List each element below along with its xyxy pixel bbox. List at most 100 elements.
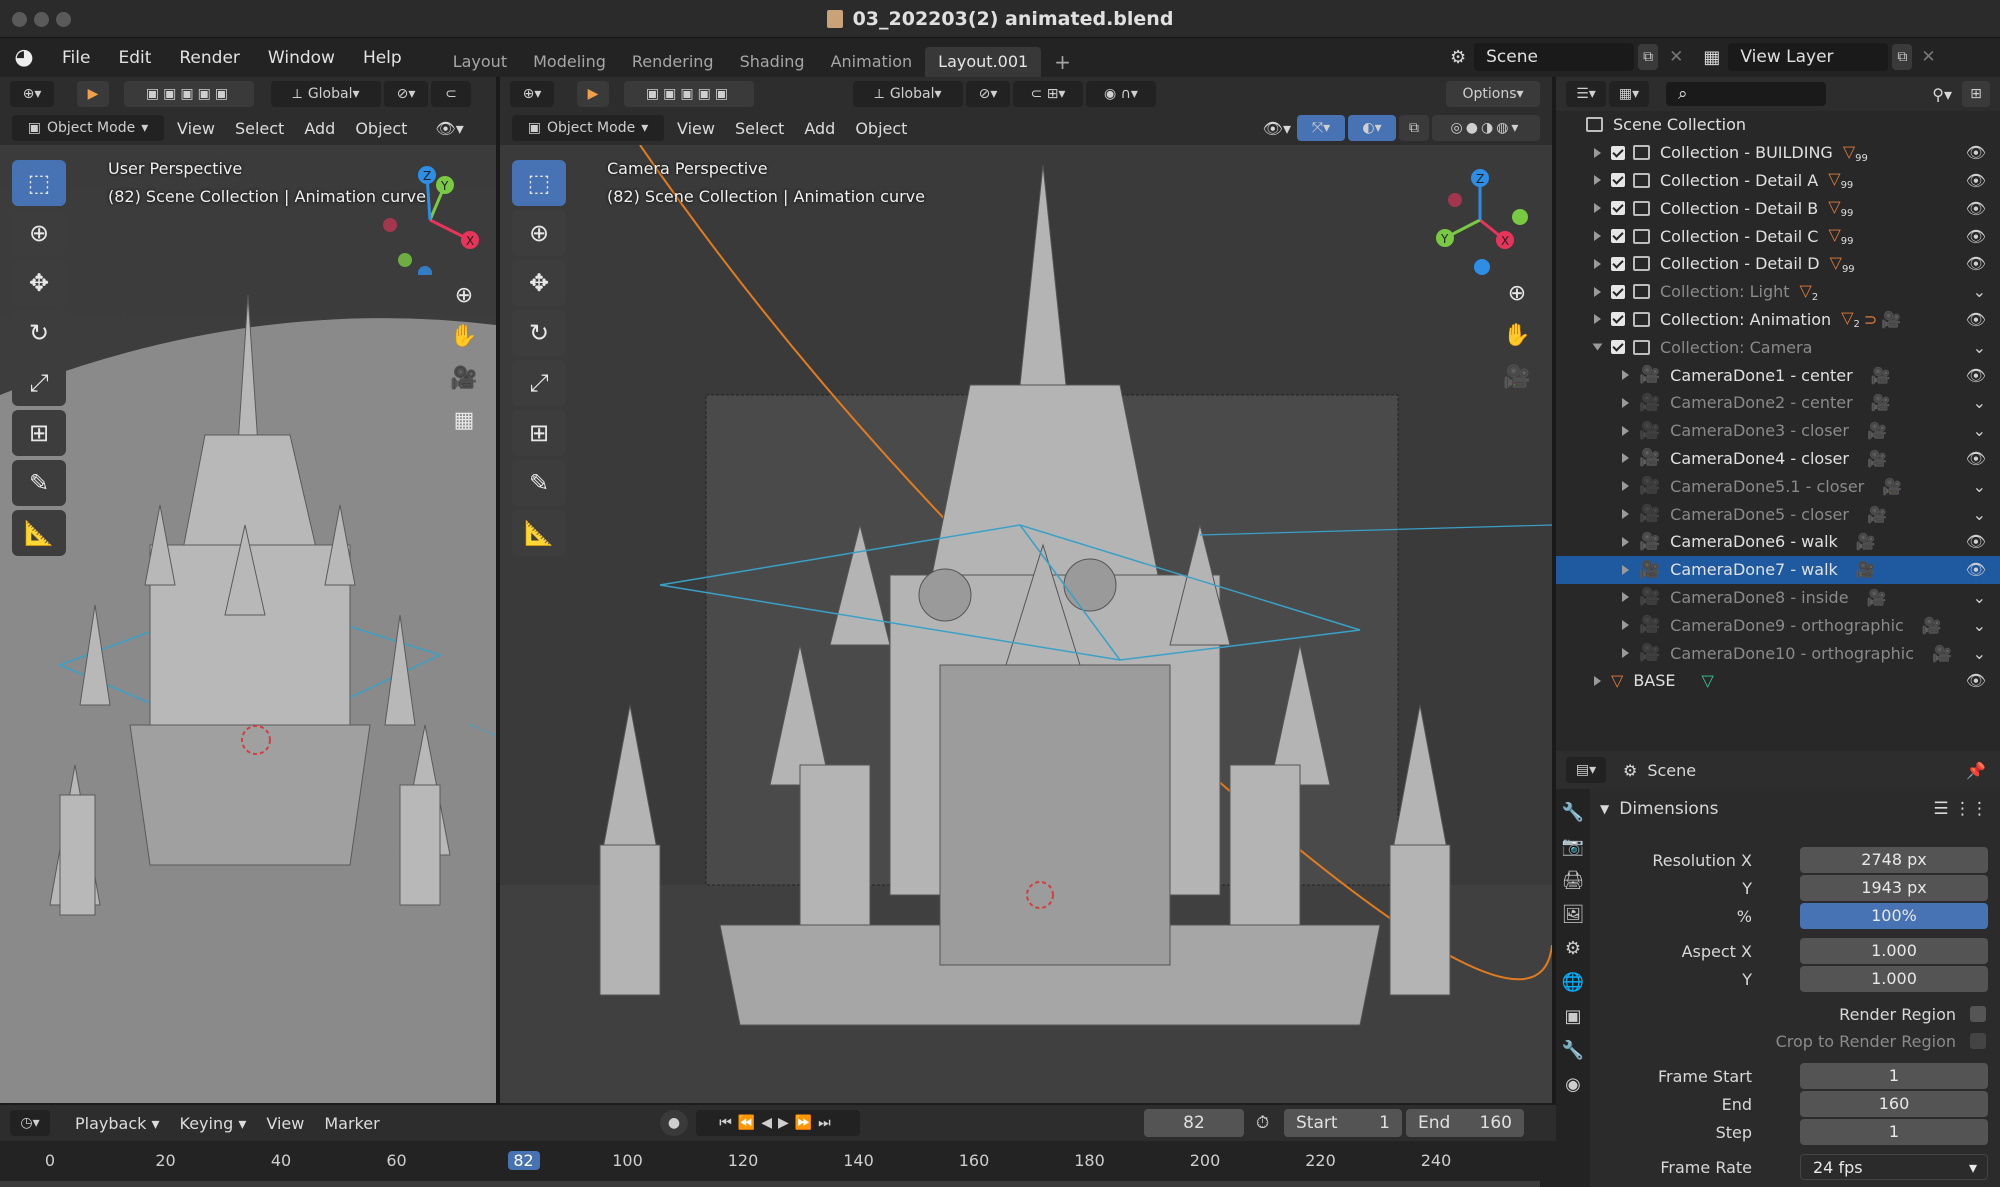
tab-modeling[interactable]: Modeling bbox=[520, 47, 619, 77]
outliner-collection-row[interactable]: Collection - Detail B ▽99 👁 bbox=[1556, 194, 2000, 222]
expand-icon[interactable] bbox=[1622, 536, 1629, 547]
outliner-collection-row[interactable]: Collection - Detail A ▽99 👁 bbox=[1556, 167, 2000, 195]
main-transform-tool-icon[interactable]: ⊞ bbox=[512, 410, 566, 456]
visibility-eye-icon[interactable]: 👁 bbox=[1966, 449, 1986, 468]
main-options-dropdown[interactable]: Options ▾ bbox=[1446, 81, 1540, 107]
main-menu-select[interactable]: Select bbox=[725, 119, 794, 138]
exclude-checkbox[interactable] bbox=[1611, 284, 1625, 299]
left-rotate-tool-icon[interactable]: ↻ bbox=[12, 310, 66, 356]
playback-controls-icons[interactable]: ⏮⏪◀▶⏩⏭ bbox=[696, 1110, 860, 1136]
expand-icon[interactable] bbox=[1622, 425, 1629, 436]
outliner-camera-row[interactable]: 🎥 CameraDone10 - orthographic 🎥 ⌄ bbox=[1556, 639, 2000, 667]
visibility-eye-icon[interactable]: ⌄ bbox=[1973, 616, 1986, 635]
timeline-ruler[interactable]: 0 20 40 60 82 100 120 140 160 180 200 220 240 bbox=[0, 1141, 1556, 1187]
scene-selector-icon[interactable]: ⚙ bbox=[1450, 47, 1466, 68]
pivot-point-icon[interactable]: ⊘▾ bbox=[384, 81, 428, 107]
outliner-base-row[interactable]: ▽ BASE ▽ 👁 bbox=[1556, 667, 2000, 695]
main-editor-type-icon[interactable]: ⊕▾ bbox=[510, 81, 554, 107]
main-menu-add[interactable]: Add bbox=[794, 119, 845, 138]
visibility-eye-icon[interactable]: 👁 bbox=[1966, 227, 1986, 246]
exclude-checkbox[interactable] bbox=[1611, 229, 1625, 244]
collapse-icon[interactable]: ▼ bbox=[1600, 802, 1609, 816]
expand-icon[interactable] bbox=[1622, 648, 1629, 659]
select-tool-icon[interactable]: ▶ bbox=[77, 81, 109, 107]
expand-icon[interactable] bbox=[1622, 453, 1629, 464]
menu-render[interactable]: Render bbox=[165, 48, 254, 68]
timeline-menu-playback[interactable]: Playback ▾ bbox=[65, 1114, 170, 1133]
outliner-camera-row[interactable]: 🎥 CameraDone8 - inside 🎥 ⌄ bbox=[1556, 584, 2000, 612]
visibility-eye-icon[interactable]: ⌄ bbox=[1973, 588, 1986, 607]
editor-type-icon[interactable]: ⊕▾ bbox=[10, 81, 54, 107]
main-select-tool-icon[interactable]: ▶ bbox=[577, 81, 609, 107]
snap-icon[interactable]: ⊂ bbox=[431, 81, 471, 107]
outliner-camera-row[interactable]: 🎥 CameraDone4 - closer 🎥 👁 bbox=[1556, 445, 2000, 473]
outliner-collection-row[interactable]: Collection - Detail C ▽99 👁 bbox=[1556, 222, 2000, 250]
frame-end-field[interactable]: 160 bbox=[1800, 1091, 1988, 1117]
pin-icon[interactable]: 📌 bbox=[1966, 761, 1986, 780]
main-pivot-point-icon[interactable]: ⊘▾ bbox=[966, 81, 1010, 107]
tab-rendering[interactable]: Rendering bbox=[619, 47, 727, 77]
aspect-x-field[interactable]: 1.000 bbox=[1800, 938, 1988, 964]
expand-icon[interactable] bbox=[1594, 314, 1601, 325]
expand-icon[interactable] bbox=[1594, 231, 1601, 242]
shading-mode-icons[interactable]: ◎●◑◍▾ bbox=[1432, 115, 1540, 141]
main-annotate-tool-icon[interactable]: ✎ bbox=[512, 460, 566, 506]
main-menu-object[interactable]: Object bbox=[845, 119, 917, 138]
exclude-checkbox[interactable] bbox=[1611, 145, 1625, 160]
menu-edit[interactable]: Edit bbox=[104, 48, 165, 68]
outliner-camera-row[interactable]: 🎥 CameraDone1 - center 🎥 👁 bbox=[1556, 361, 2000, 389]
left-cursor-tool-icon[interactable]: ⊕ bbox=[12, 210, 66, 256]
main-pan-hand-icon[interactable]: ✋ bbox=[1499, 317, 1535, 353]
left-annotate-tool-icon[interactable]: ✎ bbox=[12, 460, 66, 506]
outliner-filter-icon[interactable]: ⚲▾ bbox=[1932, 85, 1952, 104]
new-collection-icon[interactable]: ⊞ bbox=[1962, 81, 1990, 107]
left-camera-view-icon[interactable]: 🎥 bbox=[446, 360, 482, 396]
outliner-collection-row[interactable]: Collection - BUILDING ▽99 👁 bbox=[1556, 139, 2000, 167]
timeline-start-field[interactable]: Start 1 bbox=[1284, 1109, 1402, 1137]
left-grid-view-icon[interactable]: ▦ bbox=[446, 402, 482, 438]
left-menu-select[interactable]: Select bbox=[225, 119, 294, 138]
visibility-eye-icon[interactable]: ⌄ bbox=[1973, 477, 1986, 496]
left-measure-tool-icon[interactable]: 📐 bbox=[12, 510, 66, 556]
expand-icon[interactable] bbox=[1622, 397, 1629, 408]
resolution-x-field[interactable]: 2748 px bbox=[1800, 847, 1988, 873]
main-scale-tool-icon[interactable]: ⤢ bbox=[512, 360, 566, 406]
blender-logo-icon[interactable]: ◕ bbox=[0, 45, 48, 70]
left-move-tool-icon[interactable]: ✥ bbox=[12, 260, 66, 306]
visibility-eye-icon[interactable]: 👁 bbox=[1966, 671, 1986, 690]
record-button-icon[interactable]: ● bbox=[660, 1110, 688, 1136]
expand-icon[interactable] bbox=[1594, 175, 1601, 186]
main-proportional-editing-icon[interactable]: ◉ ∩▾ bbox=[1086, 81, 1156, 107]
menu-file[interactable]: File bbox=[48, 48, 104, 68]
left-select-box-tool-icon[interactable]: ⬚ bbox=[12, 160, 66, 206]
tab-layout[interactable]: Layout bbox=[440, 47, 520, 77]
main-transform-orientation-dropdown[interactable]: ⟂ Global ▾ bbox=[853, 81, 963, 107]
main-cursor-tool-icon[interactable]: ⊕ bbox=[512, 210, 566, 256]
remove-view-layer-icon[interactable]: ✕ bbox=[1921, 47, 1935, 67]
outliner-collection-row[interactable]: Collection - Detail D ▽99 👁 bbox=[1556, 250, 2000, 278]
exclude-checkbox[interactable] bbox=[1611, 312, 1625, 327]
exclude-checkbox[interactable] bbox=[1611, 201, 1625, 216]
render-region-checkbox[interactable] bbox=[1970, 1006, 1986, 1022]
tab-animation[interactable]: Animation bbox=[818, 47, 926, 77]
new-view-layer-icon[interactable]: ⧉ bbox=[1892, 44, 1913, 70]
left-visibility-icon[interactable]: 👁▾ bbox=[435, 119, 463, 138]
timeline-menu-marker[interactable]: Marker bbox=[314, 1114, 389, 1133]
expand-icon[interactable] bbox=[1622, 564, 1629, 575]
main-rotate-tool-icon[interactable]: ↻ bbox=[512, 310, 566, 356]
xray-toggle-icon[interactable]: ⧉ bbox=[1399, 115, 1429, 141]
new-scene-icon[interactable]: ⧉ bbox=[1638, 44, 1659, 70]
tool-properties-icon[interactable]: 🔧 bbox=[1556, 795, 1590, 829]
left-object-mode-dropdown[interactable]: ▣ Object Mode ▾ bbox=[12, 115, 164, 141]
expand-icon[interactable] bbox=[1622, 370, 1629, 381]
close-window-button[interactable] bbox=[12, 12, 27, 27]
dimensions-panel-header[interactable]: ▼ Dimensions ☰ ⋮⋮ bbox=[1590, 793, 2000, 825]
tab-shading[interactable]: Shading bbox=[727, 47, 818, 77]
gizmo-toggle-icon[interactable]: ⤧▾ bbox=[1297, 115, 1345, 141]
left-pan-hand-icon[interactable]: ✋ bbox=[446, 318, 482, 354]
transform-orientation-dropdown[interactable]: ⟂ Global ▾ bbox=[271, 81, 381, 107]
main-measure-tool-icon[interactable]: 📐 bbox=[512, 510, 566, 556]
exclude-checkbox[interactable] bbox=[1611, 340, 1625, 355]
presets-icon[interactable]: ☰ ⋮⋮ bbox=[1933, 799, 1988, 819]
maximize-window-button[interactable] bbox=[56, 12, 71, 27]
